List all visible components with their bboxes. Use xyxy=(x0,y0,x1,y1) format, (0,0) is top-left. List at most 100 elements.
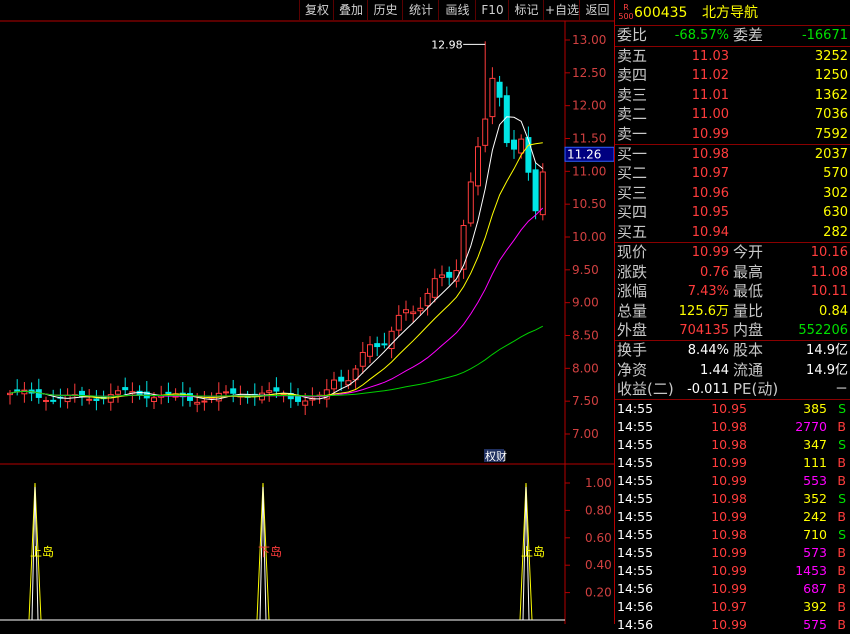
quote-label: 外盘 xyxy=(617,321,648,340)
tick-time: 14:55 xyxy=(617,509,654,524)
tick-price: 10.98 xyxy=(711,527,747,542)
candle-body xyxy=(14,389,21,392)
tick-price: 10.99 xyxy=(711,509,747,524)
candle-body xyxy=(115,390,121,395)
tick-side: S xyxy=(838,491,846,506)
sell-volume: 7592 xyxy=(814,126,848,142)
stock-code: 600435 xyxy=(634,5,688,21)
price-axis-label: 13.00 xyxy=(572,33,606,47)
quote-row: 总量 125.6万 量比 0.84 xyxy=(615,302,850,321)
tick-time: 14:55 xyxy=(617,401,654,416)
candle-body xyxy=(295,395,301,402)
tick-side: B xyxy=(837,599,846,614)
candle-body xyxy=(50,399,57,402)
sell-label: 卖一 xyxy=(617,124,648,143)
buy-row: 买一 10.98 2037 xyxy=(615,145,850,164)
quote-value: 10.16 xyxy=(810,245,848,260)
stats-row: 净资 1.44 流通 14.9亿 xyxy=(615,361,850,380)
candle-body xyxy=(367,344,373,357)
tick-price: 10.98 xyxy=(711,419,747,434)
quote-label: 量比 xyxy=(733,301,764,320)
tick-time: 14:55 xyxy=(617,563,654,578)
buy-label: 买四 xyxy=(617,203,648,222)
candle-body xyxy=(525,137,532,173)
buy-label: 买三 xyxy=(617,183,648,202)
chart-panel[interactable]: 13.00 12.50 12.00 11.50 11.00 10.50 10.00 9.50 9… xyxy=(0,0,614,624)
kline-chart[interactable]: 13.00 12.50 12.00 11.50 11.00 10.50 10.00 9.50 9… xyxy=(0,0,614,624)
sell-row: 卖四 11.02 1250 xyxy=(615,66,850,85)
quote-row: 外盘 704135 内盘 552206 xyxy=(615,321,850,340)
sell-row: 卖五 11.03 3252 xyxy=(615,47,850,66)
tick-volume: 352 xyxy=(803,491,827,506)
candle-body xyxy=(489,77,496,118)
stats-label: 流通 xyxy=(733,360,764,379)
tick-row: 14:56 10.97 392 B xyxy=(615,598,850,616)
stats-label: 收益(二) xyxy=(617,380,674,399)
tick-volume: 111 xyxy=(803,455,827,470)
sell-price: 11.03 xyxy=(691,49,729,64)
tick-time: 14:56 xyxy=(617,581,654,596)
candle-body xyxy=(403,309,409,314)
stats-label: PE(动) xyxy=(733,380,779,399)
toolbar-button-0[interactable]: 复权 xyxy=(299,0,334,21)
candle-body xyxy=(194,401,201,405)
sell-label: 卖五 xyxy=(617,47,648,65)
toolbar-button-5[interactable]: F10 xyxy=(475,0,509,21)
price-axis-label: 8.00 xyxy=(572,361,599,375)
sell-volume: 3252 xyxy=(814,49,848,64)
quote-row: 涨跌 0.76 最高 11.08 xyxy=(615,263,850,282)
current-price-label: 11.26 xyxy=(567,147,601,161)
sell-row: 卖一 10.99 7592 xyxy=(615,125,850,144)
weibi-value: -68.57% xyxy=(674,28,729,43)
tick-time: 14:56 xyxy=(617,599,654,614)
candle-body xyxy=(496,81,503,98)
toolbar-button-6[interactable]: 标记 xyxy=(508,0,544,21)
sell-label: 卖二 xyxy=(617,105,648,124)
price-axis-label: 12.50 xyxy=(572,66,606,80)
tick-row: 14:56 10.99 575 B xyxy=(615,616,850,634)
toolbar-button-7[interactable]: +自选 xyxy=(543,0,580,21)
indicator-axis-label: 0.80 xyxy=(585,503,612,517)
toolbar-button-4[interactable]: 画线 xyxy=(438,0,476,21)
indicator-axis-label: 1.00 xyxy=(585,476,612,490)
tick-price: 10.99 xyxy=(711,545,747,560)
candle-body xyxy=(43,399,49,402)
tick-side: B xyxy=(837,617,846,632)
tick-volume: 242 xyxy=(803,509,827,524)
sell-volume: 7036 xyxy=(814,107,848,123)
price-axis-label: 11.50 xyxy=(572,132,606,146)
candle-body xyxy=(165,391,172,394)
tick-row: 14:55 10.99 1453 B xyxy=(615,562,850,580)
toolbar-button-3[interactable]: 统计 xyxy=(402,0,439,21)
buy-volume: 302 xyxy=(823,185,848,201)
candle-body xyxy=(331,379,337,390)
quote-value: 0.76 xyxy=(700,264,729,280)
price-axis-label: 9.50 xyxy=(572,263,599,277)
price-axis-label: 7.00 xyxy=(572,427,599,441)
toolbar-button-8[interactable]: 返回 xyxy=(579,0,615,21)
sell-price: 10.99 xyxy=(691,126,729,142)
toolbar-button-1[interactable]: 叠加 xyxy=(333,0,368,21)
signal-label: 上岛 xyxy=(30,544,54,559)
toolbar: 复权 叠加 历史 统计 画线 F10 标记 +自选 返回 xyxy=(0,0,614,21)
badge-bottom: 500 xyxy=(618,12,634,21)
toolbar-button-2[interactable]: 历史 xyxy=(367,0,403,21)
price-axis-label: 11.00 xyxy=(572,164,606,178)
quote-label: 最高 xyxy=(733,262,764,281)
tick-row: 14:55 10.99 242 B xyxy=(615,508,850,526)
stock-header: R 500 600435 北方导航 xyxy=(615,3,850,23)
price-axis-label: 10.50 xyxy=(572,197,606,211)
candle-body xyxy=(475,146,481,187)
stats-value: － xyxy=(834,382,848,398)
quote-value: 0.84 xyxy=(819,303,848,319)
sell-row: 卖二 11.00 7036 xyxy=(615,105,850,124)
stats-value: 14.9亿 xyxy=(806,362,848,378)
tick-row: 14:55 10.98 352 S xyxy=(615,490,850,508)
quote-value: 10.11 xyxy=(810,284,848,300)
tick-volume: 1453 xyxy=(795,563,827,578)
buy-row: 买二 10.97 570 xyxy=(615,164,850,183)
weibi-label: 委比 xyxy=(617,26,648,44)
candle-body xyxy=(460,225,467,270)
weibi-row: 委比 -68.57% 委差 -16671 xyxy=(615,26,850,45)
buy-label: 买五 xyxy=(617,222,648,241)
